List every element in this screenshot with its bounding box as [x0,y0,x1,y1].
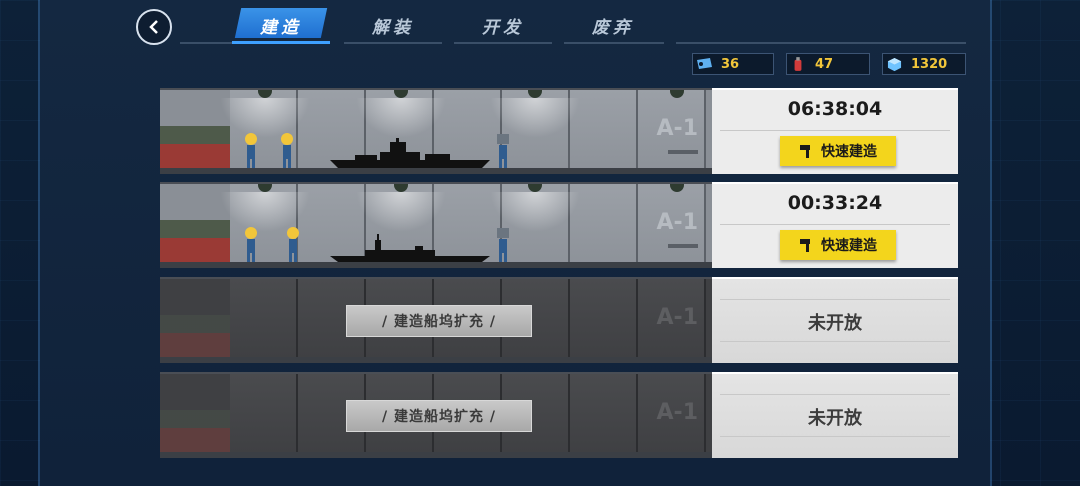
tab-label: 建造 [260,17,302,38]
ship-silhouette [330,138,490,168]
build-bay: A-1 [160,88,712,174]
fast-build-label: 快速建造 [821,238,877,254]
resource-cubes: 1320 [882,53,966,75]
resource-tickets: 36 [692,53,774,75]
resource-value: 47 [815,56,834,72]
bay-floor [160,168,712,174]
locked-status: 未开放 [808,313,862,334]
build-bay-locked: A-1 / 建造船坞扩充 / [160,372,712,458]
resource-value: 1320 [911,56,948,72]
worker-figure [497,134,509,168]
dock-info-locked: 未开放 [712,277,958,363]
worker-figure [245,227,257,262]
resource-extinguisher: 47 [786,53,870,75]
supply-crates [160,190,230,262]
divider [720,394,950,395]
supply-crates [160,380,230,452]
build-timer: 06:38:04 [787,98,883,120]
bay-label: A-1 [656,116,698,141]
dock-slot-4: A-1 / 建造船坞扩充 / 未开放 [160,372,958,458]
dock-info-locked: 未开放 [712,372,958,458]
bay-floor [160,452,712,458]
decor-line [990,0,992,486]
resource-value: 36 [721,56,740,72]
build-bay-locked: A-1 / 建造船坞扩充 / [160,277,712,363]
tab-active-underline [232,41,330,44]
bay-label: A-1 [656,305,698,330]
build-timer: 00:33:24 [787,192,883,214]
dock-info: 06:38:04 快速建造 [712,88,958,174]
tab-divider [344,42,442,44]
locked-status: 未开放 [808,408,862,429]
lamp-glow [220,98,310,138]
supply-crates [160,285,230,357]
tab-divider [180,42,234,44]
divider [720,341,950,342]
tab-develop[interactable]: 开发 [454,8,552,42]
dock-slot-2[interactable]: A-1 00:33:24 快速建造 [160,182,958,268]
dock-slot-1[interactable]: A-1 06:38:04 快速建造 [160,88,958,174]
cube-icon [883,54,905,74]
divider [720,224,950,225]
divider [720,130,950,131]
bay-label: A-1 [656,210,698,235]
supply-crates [160,96,230,168]
divider [720,436,950,437]
tab-label: 解装 [372,17,414,38]
back-arrow-icon [149,20,158,34]
bay-floor [160,262,712,268]
hammer-icon [800,145,810,158]
build-bay: A-1 [160,182,712,268]
ship-silhouette [330,234,490,262]
lamp-glow [356,98,446,138]
tab-label: 开发 [482,17,524,38]
wall-panel [570,279,638,363]
expand-dock-button[interactable]: / 建造船坞扩充 / [346,305,532,337]
tab-build[interactable]: 建造 [232,8,330,42]
wall-panel [570,90,638,174]
worker-figure [245,133,257,168]
tab-discard[interactable]: 废弃 [564,8,662,42]
ticket-icon [693,54,715,74]
tab-divider [676,42,966,44]
fast-build-button[interactable]: 快速建造 [780,136,896,166]
tab-divider [564,42,664,44]
worker-figure [281,133,293,168]
expand-dock-button[interactable]: / 建造船坞扩充 / [346,400,532,432]
worker-figure [497,228,509,262]
dock-info: 00:33:24 快速建造 [712,182,958,268]
arrow-left-icon [668,244,698,248]
wall-panel [570,184,638,268]
extinguisher-icon [787,54,809,74]
arrow-left-icon [668,150,698,154]
fast-build-label: 快速建造 [821,144,877,160]
decor-line [38,0,40,486]
fast-build-button[interactable]: 快速建造 [780,230,896,260]
tab-label: 废弃 [592,17,634,38]
bay-label: A-1 [656,400,698,425]
divider [720,299,950,300]
bay-floor [160,357,712,363]
back-button[interactable] [136,9,172,45]
dock-slot-3: A-1 / 建造船坞扩充 / 未开放 [160,277,958,363]
tab-disassemble[interactable]: 解装 [344,8,442,42]
wall-panel [230,279,298,363]
wall-panel [570,374,638,458]
hammer-icon [800,239,810,252]
lamp-glow [356,192,446,232]
tab-divider [454,42,552,44]
wall-panel [230,374,298,458]
worker-figure [287,227,299,262]
